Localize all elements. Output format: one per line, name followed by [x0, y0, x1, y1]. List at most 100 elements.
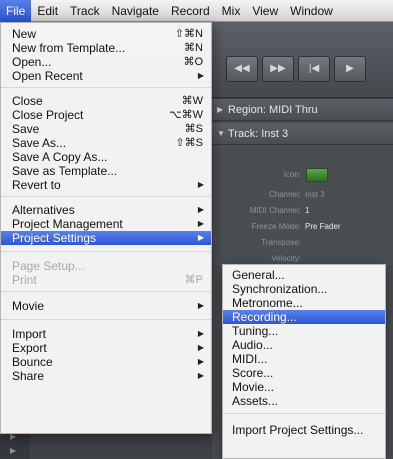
- menu-item-label: Revert to: [12, 178, 61, 192]
- menu-item-label: New: [12, 27, 37, 41]
- menu-item-label: Page Setup...: [12, 259, 85, 273]
- menu-item-label: Alternatives: [12, 203, 75, 217]
- menu-item-alternatives[interactable]: Alternatives ▶: [1, 203, 211, 217]
- inspector-row-value[interactable]: Pre Fader: [305, 220, 341, 234]
- menu-record[interactable]: Record: [165, 0, 216, 22]
- fast-forward-button[interactable]: ▶▶: [262, 56, 294, 82]
- menu-item-label: Share: [12, 369, 45, 383]
- submenu-arrow-icon: ▶: [197, 357, 204, 366]
- submenu-arrow-icon: ▶: [197, 371, 204, 380]
- menu-separator: [1, 319, 211, 320]
- menu-item-page-setup: Page Setup...: [1, 259, 211, 273]
- menu-navigate[interactable]: Navigate: [106, 0, 165, 22]
- inspector-row-value[interactable]: 1: [305, 204, 309, 218]
- track-header-label: Track: Inst 3: [228, 128, 289, 140]
- menu-item-label: Save: [12, 122, 40, 136]
- menu-item-label: Import: [12, 327, 47, 341]
- shortcut: ⌘P: [184, 274, 203, 286]
- menu-item-close-project[interactable]: Close Project ⌥⌘W: [1, 108, 211, 122]
- inspector-row: Channel: Inst 3: [212, 188, 393, 202]
- inspector-row-label: MIDI Channel:: [249, 206, 301, 215]
- go-to-start-button[interactable]: |◀: [298, 56, 330, 82]
- project-settings-submenu: General... Synchronization... Metronome.…: [222, 264, 386, 459]
- region-header[interactable]: ▶ Region: MIDI Thru: [212, 99, 393, 121]
- menu-item-tuning[interactable]: Tuning...: [223, 324, 385, 338]
- play-button[interactable]: ▶: [334, 56, 366, 82]
- menu-item-new[interactable]: New ⇧⌘N: [1, 27, 211, 41]
- menu-item-project-management[interactable]: Project Management ▶: [1, 217, 211, 231]
- menu-item-close[interactable]: Close ⌘W: [1, 94, 211, 108]
- menu-item-label: Save as Template...: [12, 164, 118, 178]
- track-header[interactable]: ▼ Track: Inst 3: [212, 123, 393, 145]
- track-list-edge: ▶ ▶: [0, 430, 30, 459]
- menu-item-import-project-settings[interactable]: Import Project Settings...: [223, 423, 385, 437]
- menu-item-bounce[interactable]: Bounce ▶: [1, 355, 211, 369]
- menu-item-label: Print: [12, 273, 37, 287]
- menu-item-score[interactable]: Score...: [223, 366, 385, 380]
- rewind-button[interactable]: ◀◀: [226, 56, 258, 82]
- menu-separator: [1, 196, 211, 197]
- menu-item-share[interactable]: Share ▶: [1, 369, 211, 383]
- menu-item-open[interactable]: Open... ⌘O: [1, 55, 211, 69]
- inspector-row-label: Freeze Mode:: [251, 222, 301, 231]
- shortcut: ⌘W: [181, 95, 203, 107]
- menu-item-save-as[interactable]: Save As... ⇧⌘S: [1, 136, 211, 150]
- menu-item-revert-to[interactable]: Revert to ▶: [1, 178, 211, 192]
- inspector-row: MIDI Channel: 1: [212, 204, 393, 218]
- menu-separator: [1, 251, 211, 252]
- submenu-arrow-icon: ▶: [197, 329, 204, 338]
- shortcut: ⇧⌘N: [174, 28, 203, 40]
- menu-item-assets[interactable]: Assets...: [223, 394, 385, 408]
- menu-track[interactable]: Track: [64, 0, 106, 22]
- menu-item-label: Project Settings: [12, 231, 97, 245]
- menu-separator: [223, 413, 385, 414]
- menu-item-label: Project Management: [12, 217, 123, 231]
- region-header-label: Region: MIDI Thru: [228, 104, 318, 116]
- menu-item-label: Save A Copy As...: [12, 150, 108, 164]
- shortcut: ⌘O: [183, 56, 203, 68]
- menu-item-midi[interactable]: MIDI...: [223, 352, 385, 366]
- menu-item-label: Close Project: [12, 108, 84, 122]
- menu-item-movie-settings[interactable]: Movie...: [223, 380, 385, 394]
- shortcut: ⌘S: [184, 123, 203, 135]
- shortcut: ⌘N: [184, 42, 203, 54]
- menu-item-movie[interactable]: Movie ▶: [1, 299, 211, 313]
- menu-item-open-recent[interactable]: Open Recent ▶: [1, 69, 211, 83]
- menu-item-audio[interactable]: Audio...: [223, 338, 385, 352]
- inspector-row-value[interactable]: Inst 3: [305, 188, 325, 202]
- menu-item-label: Save As...: [12, 136, 67, 150]
- submenu-arrow-icon: ▶: [197, 343, 204, 352]
- menu-item-export[interactable]: Export ▶: [1, 341, 211, 355]
- inspector-row-label: Transpose:: [261, 238, 301, 247]
- menu-item-project-settings[interactable]: Project Settings ▶: [1, 231, 211, 245]
- inspector-row-label: Channel:: [268, 190, 301, 199]
- menu-item-save-as-template[interactable]: Save as Template...: [1, 164, 211, 178]
- menu-window[interactable]: Window: [284, 0, 339, 22]
- menu-item-label: Movie: [12, 299, 45, 313]
- menu-item-label: Close: [12, 94, 43, 108]
- menu-mix[interactable]: Mix: [216, 0, 247, 22]
- menu-item-import[interactable]: Import ▶: [1, 327, 211, 341]
- submenu-arrow-icon: ▶: [197, 180, 204, 189]
- menu-item-label: Open Recent: [12, 69, 83, 83]
- menu-separator: [1, 87, 211, 88]
- shortcut: ⌥⌘W: [168, 109, 203, 121]
- menu-item-save[interactable]: Save ⌘S: [1, 122, 211, 136]
- submenu-arrow-icon: ▶: [197, 71, 204, 80]
- menu-item-synchronization[interactable]: Synchronization...: [223, 282, 385, 296]
- shortcut: ⇧⌘S: [175, 137, 203, 149]
- menu-separator: [1, 291, 211, 292]
- submenu-arrow-icon: ▶: [197, 233, 204, 242]
- menu-item-metronome[interactable]: Metronome...: [223, 296, 385, 310]
- menu-edit[interactable]: Edit: [31, 0, 64, 22]
- menu-file[interactable]: File: [0, 0, 32, 22]
- menu-item-label: Open...: [12, 55, 52, 69]
- menu-item-label: New from Template...: [12, 41, 126, 55]
- menu-item-general[interactable]: General...: [223, 268, 385, 282]
- menu-view[interactable]: View: [246, 0, 284, 22]
- submenu-arrow-icon: ▶: [197, 205, 204, 214]
- track-icon[interactable]: [306, 168, 328, 182]
- menu-item-recording[interactable]: Recording...: [223, 310, 385, 324]
- menu-item-save-a-copy-as[interactable]: Save A Copy As...: [1, 150, 211, 164]
- menu-item-new-from-template[interactable]: New from Template... ⌘N: [1, 41, 211, 55]
